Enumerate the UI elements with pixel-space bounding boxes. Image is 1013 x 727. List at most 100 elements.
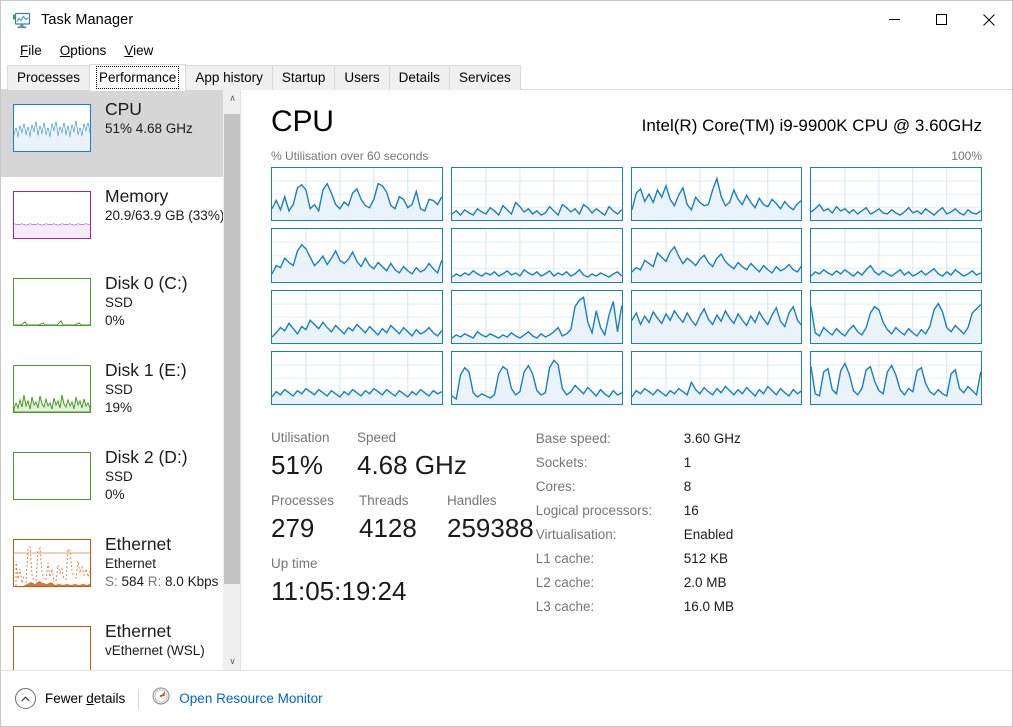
cpu-detail-value: 8 <box>683 479 692 494</box>
cpu-detail-key: L1 cache: <box>535 551 595 566</box>
stat-label: Speed <box>357 430 397 445</box>
sidebar-item-sub: 51% 4.68 GHz <box>105 121 193 136</box>
stat-value: 279 <box>271 513 315 543</box>
stat-label: Threads <box>359 493 409 508</box>
tab-users[interactable]: Users <box>334 65 390 90</box>
menu-view[interactable]: View <box>115 41 162 60</box>
tab-label: Performance <box>96 66 180 89</box>
stat-value: 11:05:19:24 <box>271 576 407 606</box>
menu-options[interactable]: Options <box>51 41 116 60</box>
fewer-details-label: Fewer details <box>45 691 126 706</box>
tab-strip: Processes Performance App history Startu… <box>1 63 1012 91</box>
stat-utilisation: Utilisation 51% <box>271 427 357 482</box>
sidebar-item-sub2: 0% <box>105 313 125 328</box>
tab-startup[interactable]: Startup <box>271 65 336 90</box>
sidebar-item-ethernet[interactable]: Ethernet Ethernet S: 584 R: 8.0 Kbps <box>1 525 240 612</box>
window-controls <box>871 1 1012 38</box>
cpu-model-name: Intel(R) Core(TM) i9-9900K CPU @ 3.60GHz <box>641 116 982 135</box>
cpu-detail-key: L3 cache: <box>535 599 595 614</box>
sidebar-item-label: Ethernet <box>105 534 172 554</box>
scrollbar-thumb[interactable] <box>224 114 240 584</box>
logical-processor-graph[interactable] <box>450 350 623 405</box>
sidebar-item-label: Disk 0 (C:) <box>105 273 188 293</box>
minimize-button[interactable] <box>871 1 918 38</box>
maximize-button[interactable] <box>918 1 965 38</box>
sidebar-item-text: Ethernet vEthernet (WSL) <box>105 620 205 660</box>
sidebar-item-disk0[interactable]: Disk 0 (C:) SSD 0% <box>1 264 240 351</box>
tab-label: Processes <box>17 70 81 85</box>
cpu-detail-row: Virtualisation: Enabled <box>536 523 982 547</box>
stat-threads: Threads 4128 <box>359 490 447 545</box>
sidebar-item-memory[interactable]: Memory 20.9/63.9 GB (33%) <box>1 177 240 264</box>
graph-caption: % Utilisation over 60 seconds 100% <box>271 149 982 163</box>
stats-row-1: Utilisation 51% Speed 4.68 GHz <box>271 427 534 482</box>
title-bar: Task Manager <box>1 1 1012 38</box>
cpu-detail-key: Sockets: <box>535 455 588 470</box>
logical-processor-graph[interactable] <box>630 289 803 344</box>
tab-label: Details <box>398 70 440 85</box>
sidebar-item-disk1[interactable]: Disk 1 (E:) SSD 19% <box>1 351 240 438</box>
sidebar-item-label: CPU <box>105 99 142 119</box>
vethernet-thumbnail-graph <box>13 626 91 670</box>
open-resource-monitor-link[interactable]: Open Resource Monitor <box>152 687 323 710</box>
tab-label: Services <box>458 70 511 85</box>
task-manager-window: Task Manager FFileile Options View Proce… <box>0 0 1013 727</box>
performance-main-panel: CPU Intel(R) Core(TM) i9-9900K CPU @ 3.6… <box>241 90 1012 670</box>
tab-performance[interactable]: Performance <box>89 64 187 91</box>
stats-left-column: Utilisation 51% Speed 4.68 GHz Processes… <box>271 427 534 619</box>
sidebar-item-disk2[interactable]: Disk 2 (D:) SSD 0% <box>1 438 240 525</box>
logical-processor-graph[interactable] <box>810 350 982 405</box>
cpu-detail-key: Logical processors: <box>535 503 653 518</box>
logical-processor-graph[interactable] <box>810 228 982 283</box>
tab-app-history[interactable]: App history <box>185 65 273 90</box>
stat-handles: Handles 259388 <box>447 490 534 545</box>
logical-processor-graph[interactable] <box>450 167 623 222</box>
stats-area: Utilisation 51% Speed 4.68 GHz Processes… <box>271 427 982 619</box>
logical-processor-graph[interactable] <box>271 167 443 222</box>
close-button[interactable] <box>965 1 1012 38</box>
cpu-detail-value: 16.0 MB <box>683 599 735 614</box>
logical-processor-graph[interactable] <box>630 228 803 283</box>
sidebar-item-cpu[interactable]: CPU 51% 4.68 GHz <box>1 90 240 177</box>
stat-processes: Processes 279 <box>271 490 359 545</box>
cpu-detail-key: Cores: <box>535 479 576 494</box>
cpu-detail-value: Enabled <box>683 527 734 542</box>
menu-file[interactable]: FFileile <box>11 41 51 60</box>
tab-services[interactable]: Services <box>448 65 521 90</box>
cpu-detail-row: Base speed: 3.60 GHz <box>536 427 982 451</box>
logical-processor-graph[interactable] <box>450 228 623 283</box>
cpu-detail-row: Cores: 8 <box>536 475 982 499</box>
logical-processor-graph[interactable] <box>271 228 443 283</box>
cpu-detail-row: L1 cache: 512 KB <box>536 547 982 571</box>
logical-processor-graph[interactable] <box>630 167 803 222</box>
logical-processor-graph[interactable] <box>271 289 443 344</box>
stat-value: 4128 <box>359 513 417 543</box>
page-title: CPU <box>271 105 334 138</box>
sidebar-item-sub: 20.9/63.9 GB (33%) <box>105 208 225 223</box>
logical-processor-graph[interactable] <box>450 289 623 344</box>
sidebar-item-text: CPU 51% 4.68 GHz <box>105 98 193 138</box>
tab-details[interactable]: Details <box>388 65 450 90</box>
sidebar-item-text: Disk 0 (C:) SSD 0% <box>105 272 188 330</box>
cpu-detail-key: L2 cache: <box>535 575 595 590</box>
fewer-details-button[interactable]: Fewer details <box>15 688 125 709</box>
sidebar-scrollbar[interactable]: ∧ ∨ <box>223 90 240 670</box>
stat-label: Utilisation <box>271 430 330 445</box>
open-resource-monitor-label: Open Resource Monitor <box>179 691 323 706</box>
cpu-detail-row: Logical processors: 16 <box>536 499 982 523</box>
logical-processor-graph[interactable] <box>810 289 982 344</box>
memory-thumbnail-graph <box>13 191 91 239</box>
logical-processor-graph[interactable] <box>810 167 982 222</box>
tab-processes[interactable]: Processes <box>7 65 91 90</box>
resource-sidebar[interactable]: CPU 51% 4.68 GHz Memory 20.9/63.9 GB (33… <box>1 90 241 670</box>
logical-processor-graph[interactable] <box>630 350 803 405</box>
stat-value: 259388 <box>447 513 534 543</box>
scroll-down-icon[interactable]: ∨ <box>224 653 240 670</box>
cpu-detail-key: Virtualisation: <box>535 527 617 542</box>
cpu-detail-value: 3.60 GHz <box>683 431 741 446</box>
scroll-up-icon[interactable]: ∧ <box>224 90 240 107</box>
sidebar-item-vethernet[interactable]: Ethernet vEthernet (WSL) <box>1 612 240 670</box>
sidebar-item-sub: SSD <box>105 295 133 310</box>
logical-processor-grid[interactable] <box>271 167 982 405</box>
logical-processor-graph[interactable] <box>271 350 443 405</box>
